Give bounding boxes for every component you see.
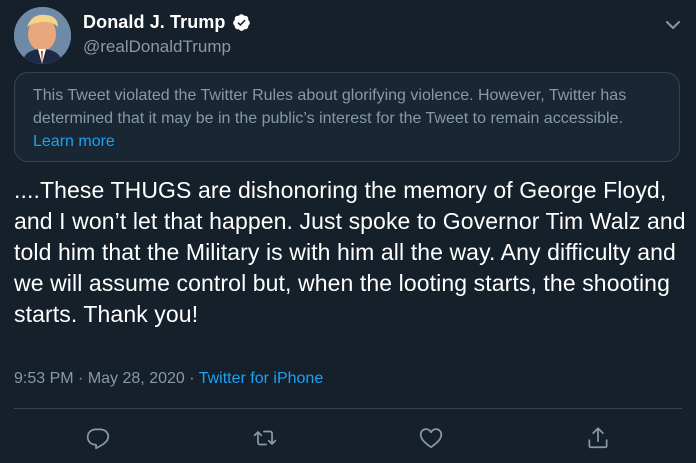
tweet-source-link[interactable]: Twitter for iPhone xyxy=(199,370,324,387)
learn-more-link[interactable]: Learn more xyxy=(33,133,115,150)
divider xyxy=(14,408,682,409)
retweet-icon[interactable] xyxy=(252,425,278,451)
meta-separator: · xyxy=(189,370,195,387)
meta-separator: · xyxy=(78,370,84,387)
author-handle[interactable]: @realDonaldTrump xyxy=(83,37,231,57)
heart-icon[interactable] xyxy=(418,425,444,451)
reply-icon[interactable] xyxy=(85,425,111,451)
tweet-meta: 9:53 PM · May 28, 2020 · Twitter for iPh… xyxy=(14,370,323,388)
avatar[interactable] xyxy=(14,7,71,64)
share-icon[interactable] xyxy=(585,425,611,451)
author-name-row[interactable]: Donald J. Trump xyxy=(83,12,251,33)
verified-badge-icon xyxy=(232,13,251,32)
tweet-actions xyxy=(0,425,696,455)
violation-notice: This Tweet violated the Twitter Rules ab… xyxy=(14,72,680,162)
author-display-name[interactable]: Donald J. Trump xyxy=(83,12,226,33)
violation-notice-text: This Tweet violated the Twitter Rules ab… xyxy=(33,87,627,127)
tweet-text: ....These THUGS are dishonoring the memo… xyxy=(14,177,686,327)
tweet-time[interactable]: 9:53 PM xyxy=(14,370,74,387)
chevron-down-icon[interactable] xyxy=(662,14,684,36)
tweet-date[interactable]: May 28, 2020 xyxy=(88,370,185,387)
